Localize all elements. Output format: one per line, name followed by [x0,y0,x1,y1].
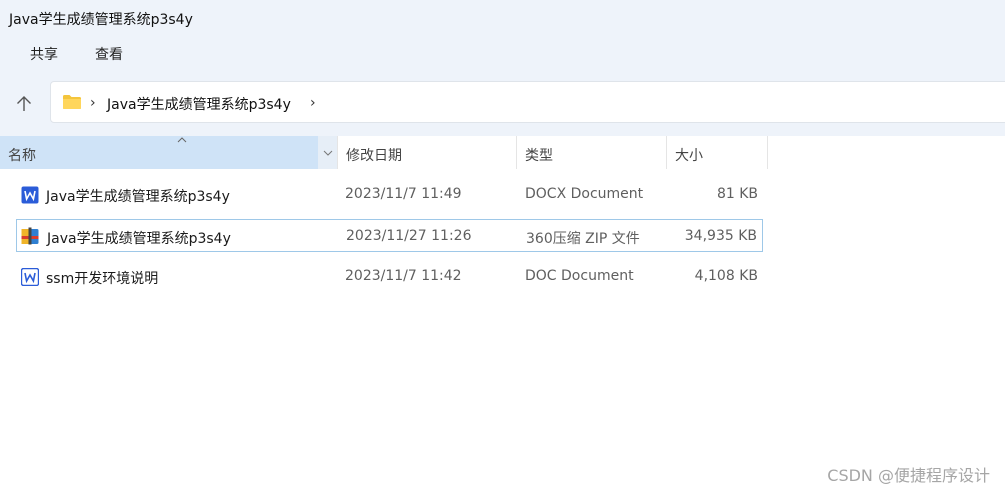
column-header-date-modified[interactable]: 修改日期 [338,136,517,169]
file-size: 34,935 KB [684,228,757,244]
file-date-modified: 2023/11/27 11:26 [346,228,472,244]
file-size: 81 KB [716,186,758,202]
file-size: 4,108 KB [694,268,758,284]
file-row[interactable]: Java学生成绩管理系统p3s4y 2023/11/7 11:49 DOCX D… [16,178,763,211]
title-and-ribbon-area: Java学生成绩管理系统p3s4y 共享 查看 › Java学生成绩管理系统p3… [0,0,1005,136]
column-header-type[interactable]: 类型 [517,136,667,169]
column-header-date-label: 修改日期 [346,148,402,164]
tab-share[interactable]: 共享 [30,44,58,64]
file-type: DOC Document [525,268,634,284]
column-header-name[interactable]: 名称 [0,136,318,169]
zip-archive-icon [21,227,39,245]
breadcrumb-chevron-icon[interactable]: › [310,95,316,111]
file-name: Java学生成绩管理系统p3s4y [46,189,230,205]
word-doc-icon [21,268,39,286]
file-type: 360压缩 ZIP 文件 [526,231,640,247]
sort-ascending-icon [177,137,187,143]
tab-view[interactable]: 查看 [95,44,123,64]
window-title: Java学生成绩管理系统p3s4y [9,12,193,28]
file-row[interactable]: Java学生成绩管理系统p3s4y 2023/11/27 11:26 360压缩… [16,219,763,252]
column-header-size[interactable]: 大小 [667,136,768,169]
breadcrumb-current-folder[interactable]: Java学生成绩管理系统p3s4y [107,94,291,114]
column-header-size-label: 大小 [675,148,703,164]
file-date-modified: 2023/11/7 11:49 [345,186,462,202]
column-header-type-label: 类型 [525,148,553,164]
file-type: DOCX Document [525,186,644,202]
breadcrumb-chevron-icon: › [90,95,96,111]
address-bar[interactable]: › Java学生成绩管理系统p3s4y › [50,81,1005,123]
file-date-modified: 2023/11/7 11:42 [345,268,462,284]
file-name: Java学生成绩管理系统p3s4y [47,231,231,247]
up-button[interactable] [10,90,38,118]
arrow-up-icon [17,96,31,111]
word-docx-icon [21,186,39,204]
folder-icon [63,95,81,109]
column-header-name-label: 名称 [8,148,36,164]
chevron-down-icon [323,150,332,156]
watermark-text: CSDN @便捷程序设计 [827,466,990,485]
file-name: ssm开发环境说明 [46,271,159,287]
file-row[interactable]: ssm开发环境说明 2023/11/7 11:42 DOC Document 4… [16,260,763,293]
column-dropdown-button[interactable] [318,136,338,169]
